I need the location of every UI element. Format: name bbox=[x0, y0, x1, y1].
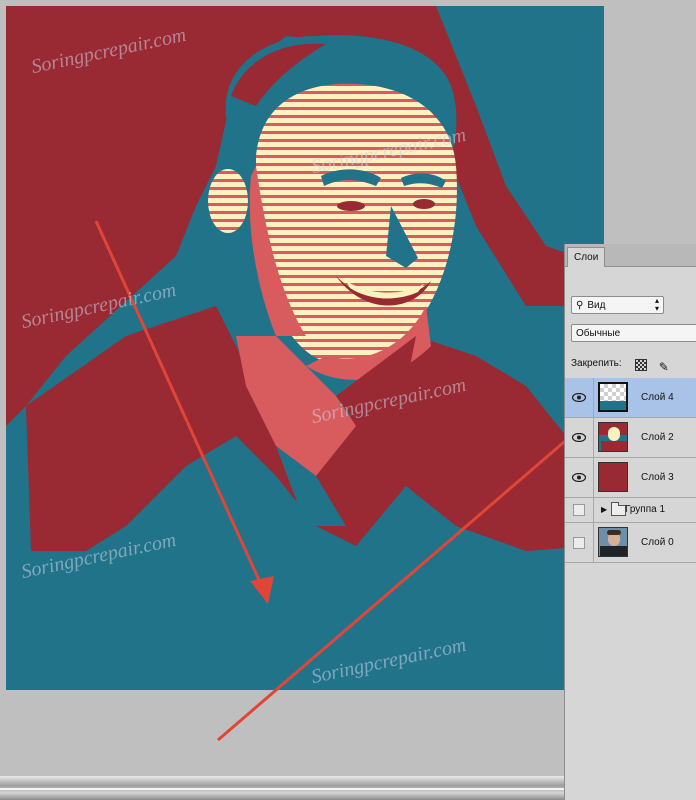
hidden-checkbox bbox=[573, 536, 585, 549]
layer-name: Слой 2 bbox=[641, 432, 674, 443]
popart-portrait-artwork bbox=[6, 6, 604, 604]
lock-brush-icon[interactable]: ✎ bbox=[656, 359, 672, 375]
visibility-toggle[interactable] bbox=[565, 418, 594, 457]
blend-mode-value: Обычные bbox=[576, 328, 621, 339]
layer-row-sloi-0[interactable]: Слой 0 bbox=[565, 523, 696, 563]
lock-pixels-icon[interactable] bbox=[635, 359, 647, 371]
folder-icon bbox=[611, 502, 626, 516]
workspace: Soringpcrepair.com Soringpcrepair.com So… bbox=[0, 0, 696, 800]
layer-thumbnail bbox=[598, 382, 628, 412]
hidden-checkbox bbox=[573, 504, 585, 516]
lock-row: Закрепить: ✎ ✥ bbox=[571, 354, 696, 394]
tab-layers[interactable]: Слои bbox=[567, 247, 606, 267]
layer-thumbnail bbox=[598, 462, 628, 492]
layer-row-sloi-3[interactable]: Слой 3 bbox=[565, 458, 696, 498]
visibility-toggle[interactable] bbox=[565, 498, 594, 522]
document-canvas[interactable] bbox=[6, 6, 604, 690]
layer-name: Группа 1 bbox=[625, 504, 666, 515]
visibility-toggle[interactable] bbox=[565, 458, 594, 497]
chevron-updown-icon: ▴ ▾ bbox=[654, 296, 659, 313]
layers-panel: Слои ⚲Вид ▴▾ Обычные Закрепить: ✎ ✥ bbox=[564, 244, 696, 800]
panel-tab-bar: Слои bbox=[565, 244, 696, 267]
layer-name: Слой 3 bbox=[641, 472, 674, 483]
layer-thumbnail bbox=[598, 422, 628, 452]
blend-mode-dropdown[interactable]: Обычные bbox=[571, 324, 696, 342]
layer-thumbnail bbox=[598, 527, 628, 557]
eye-icon bbox=[572, 433, 586, 442]
layer-name: Слой 0 bbox=[641, 537, 674, 548]
layers-list: Слой 4 Слой 2 Слой 3 ▶ Группа 1 Слой 0 bbox=[565, 378, 696, 563]
kind-filter-value: Вид bbox=[587, 300, 606, 311]
expand-arrow-icon[interactable]: ▶ bbox=[601, 505, 607, 514]
layer-name: Слой 4 bbox=[641, 392, 674, 403]
kind-filter-dropdown[interactable]: ⚲ Вид ▴ ▾ bbox=[571, 296, 664, 314]
search-icon: ⚲ bbox=[576, 300, 584, 311]
layer-row-group-1[interactable]: ▶ Группа 1 bbox=[565, 498, 696, 523]
eye-icon bbox=[572, 473, 586, 482]
visibility-toggle[interactable] bbox=[565, 523, 594, 562]
eye-icon bbox=[572, 393, 586, 402]
lock-label: Закрепить: bbox=[571, 358, 622, 369]
layer-row-sloi-2[interactable]: Слой 2 bbox=[565, 418, 696, 458]
visibility-toggle[interactable] bbox=[565, 378, 594, 417]
layer-row-sloi-4[interactable]: Слой 4 bbox=[565, 378, 696, 418]
